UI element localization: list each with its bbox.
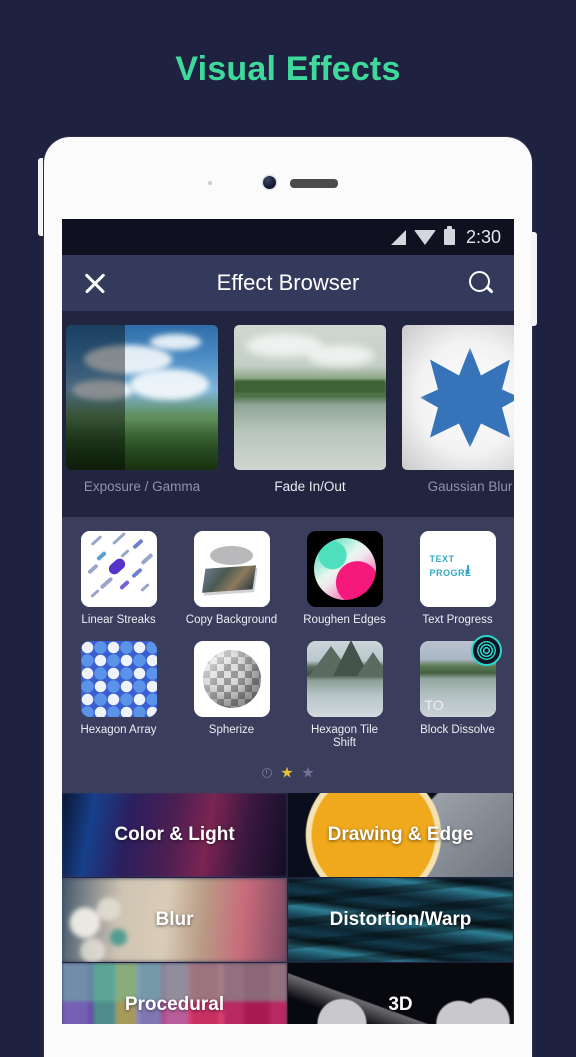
effect-item-label: Linear Streaks — [81, 614, 156, 626]
carousel-item-fade-in-out[interactable]: Fade In/Out — [234, 325, 386, 494]
page-title: Visual Effects — [175, 50, 401, 88]
carousel-item-label: Gaussian Blur — [427, 479, 513, 494]
effect-thumbnail — [80, 531, 157, 607]
category-label: Distortion/Warp — [329, 908, 472, 930]
text-caret — [466, 565, 469, 574]
spherize-art — [193, 641, 270, 718]
effect-item-label: Hexagon Tile Shift — [310, 724, 379, 750]
battery-icon — [443, 226, 455, 245]
carousel-thumbnail — [66, 325, 218, 470]
status-bar: 2:30 — [62, 219, 514, 255]
exposure-gamma-art — [66, 325, 218, 470]
effect-item-text-progress[interactable]: TEXT PROGRE Text Progress — [401, 531, 514, 627]
text-progress-art: TEXT PROGRE — [419, 531, 496, 607]
effect-grid: Linear Streaks Copy Background Roughen E… — [62, 517, 514, 793]
hexagon-array-art — [80, 641, 157, 718]
carousel-thumbnail — [234, 325, 386, 470]
effect-item-hexagon-tile-shift[interactable]: Hexagon Tile Shift — [288, 641, 401, 750]
earpiece-speaker — [290, 179, 338, 188]
clock-icon[interactable] — [262, 767, 272, 778]
copy-background-art — [193, 531, 270, 607]
search-icon[interactable] — [468, 270, 494, 296]
category-tile-procedural[interactable]: Procedural — [62, 962, 288, 1024]
roughen-edges-art — [306, 531, 383, 607]
category-tile-3d[interactable]: 3D — [288, 962, 514, 1024]
effect-item-block-dissolve[interactable]: TO Block Dissolve — [401, 635, 514, 750]
category-label: Color & Light — [114, 823, 235, 845]
wifi-icon — [413, 229, 436, 245]
carousel-item-exposure-gamma[interactable]: Exposure / Gamma — [66, 325, 218, 494]
category-tile-distortion-warp[interactable]: Distortion/Warp — [288, 877, 514, 963]
category-tiles: Color & Light Drawing & Edge Blur Distor… — [62, 792, 514, 1024]
effect-item-roughen-edges[interactable]: Roughen Edges — [288, 531, 401, 627]
star-filled-icon[interactable] — [281, 766, 293, 778]
close-icon[interactable] — [82, 270, 108, 296]
effect-grid-row: Hexagon Array Spherize Hexagon Tile Shif… — [62, 635, 514, 764]
text-progress-thumb-text: TEXT PROGRE — [429, 554, 472, 578]
effect-item-hexagon-array[interactable]: Hexagon Array — [62, 641, 175, 750]
effect-item-spherize[interactable]: Spherize — [175, 641, 288, 750]
fade-in-out-art — [234, 325, 386, 470]
featured-carousel[interactable]: Exposure / Gamma Fade In/Out Gaussian Bl… — [62, 311, 514, 517]
pager-indicators[interactable] — [62, 765, 514, 789]
phone-power-button — [531, 232, 537, 326]
effect-thumbnail — [306, 641, 383, 718]
front-camera-icon — [263, 176, 276, 189]
status-bar-clock: 2:30 — [465, 226, 501, 247]
app-bar-title: Effect Browser — [216, 270, 360, 295]
carousel-item-label: Fade In/Out — [274, 479, 346, 494]
category-tile-color-light[interactable]: Color & Light — [62, 792, 288, 878]
star-shape — [420, 347, 514, 448]
phone-top-bezel — [44, 137, 532, 217]
category-tile-drawing-edge[interactable]: Drawing & Edge — [288, 792, 514, 878]
category-label: 3D — [388, 993, 413, 1015]
carousel-track[interactable]: Exposure / Gamma Fade In/Out Gaussian Bl… — [62, 311, 514, 494]
phone-volume-button — [38, 158, 43, 236]
effect-thumbnail — [193, 531, 270, 607]
effect-thumbnail — [306, 531, 383, 607]
carousel-item-gaussian-blur[interactable]: Gaussian Blur — [402, 325, 514, 494]
effect-thumbnail: TEXT PROGRE — [419, 531, 496, 607]
effect-item-label: Spherize — [208, 724, 255, 737]
block-dissolve-thumb-text: TO — [424, 697, 444, 714]
phone-screen: 2:30 Effect Browser Exposure / Gamma Fad… — [62, 219, 514, 1024]
gaussian-blur-art — [402, 325, 514, 470]
effect-thumbnail: TO — [419, 635, 502, 718]
ripple-badge-icon — [470, 635, 502, 667]
effect-item-label: Hexagon Array — [80, 724, 157, 737]
effect-thumbnail — [80, 641, 157, 718]
category-label: Blur — [155, 908, 194, 930]
effect-grid-row: Linear Streaks Copy Background Roughen E… — [62, 531, 514, 641]
effect-item-label: Roughen Edges — [303, 614, 386, 626]
hexagon-tile-shift-art — [306, 641, 383, 718]
effect-thumbnail — [193, 641, 270, 718]
effect-item-label: Copy Background — [185, 614, 278, 626]
linear-streaks-art — [80, 531, 157, 607]
star-outline-icon[interactable] — [302, 766, 314, 778]
category-label: Procedural — [124, 993, 225, 1015]
category-tile-blur[interactable]: Blur — [62, 877, 288, 963]
effect-item-linear-streaks[interactable]: Linear Streaks — [62, 531, 175, 627]
category-label: Drawing & Edge — [327, 823, 474, 845]
effect-item-label: Text Progress — [422, 614, 493, 626]
carousel-item-label: Exposure / Gamma — [83, 479, 201, 494]
signal-icon — [390, 229, 406, 245]
carousel-thumbnail — [402, 325, 514, 470]
effect-item-label: Block Dissolve — [420, 724, 495, 737]
app-bar: Effect Browser — [62, 255, 514, 311]
effect-item-copy-background[interactable]: Copy Background — [175, 531, 288, 627]
proximity-sensor-icon — [208, 181, 212, 185]
